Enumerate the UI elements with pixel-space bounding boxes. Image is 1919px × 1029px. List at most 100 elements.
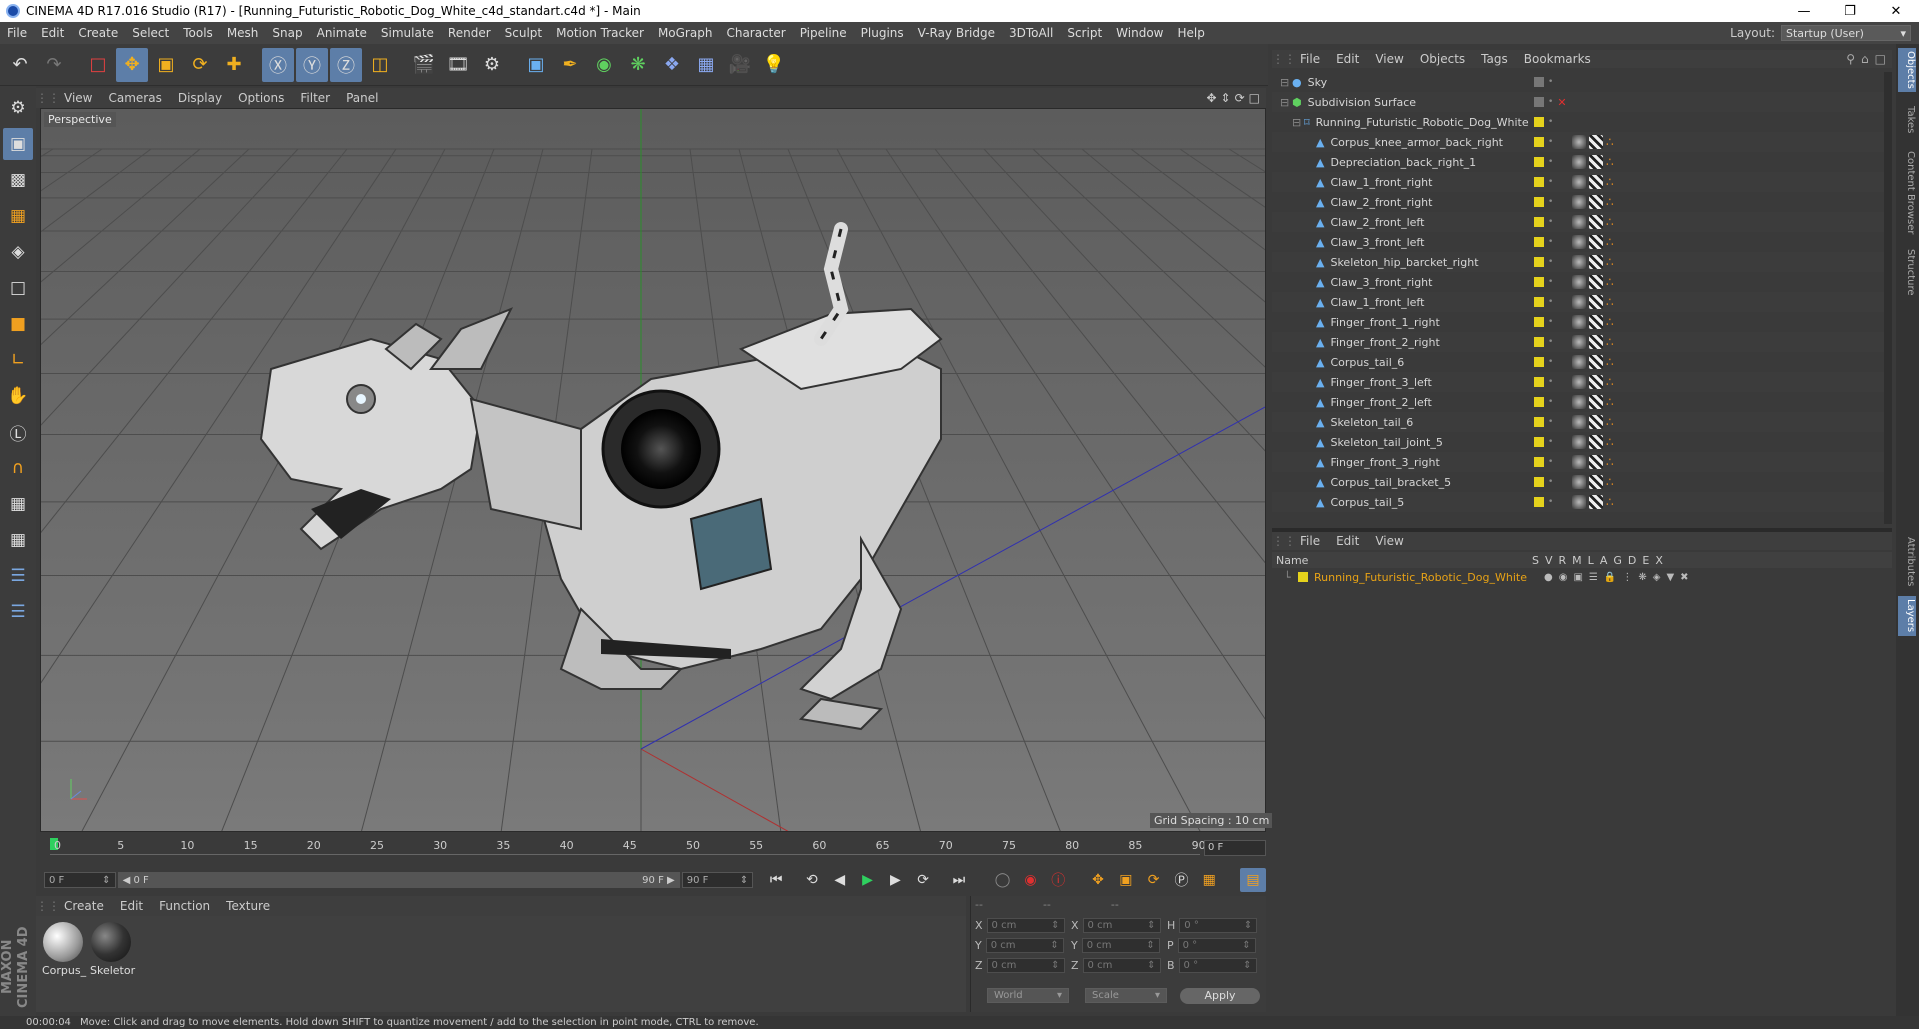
coord-field[interactable]: 0 cm ⇕	[985, 938, 1064, 953]
texture-tag-icon[interactable]	[1589, 175, 1603, 189]
camera-icon[interactable]: 🎥	[724, 48, 756, 82]
layout-select[interactable]: Startup (User) ▾	[1781, 25, 1911, 41]
texture-tag-icon[interactable]	[1589, 195, 1603, 209]
texture-tag-icon[interactable]	[1589, 235, 1603, 249]
menu-item-file[interactable]: File	[0, 26, 34, 40]
layer-column-g[interactable]: G	[1613, 554, 1622, 567]
layer-column-d[interactable]: D	[1628, 554, 1636, 567]
menu-item-v-ray-bridge[interactable]: V-Ray Bridge	[911, 26, 1002, 40]
material-tag-icon[interactable]	[1572, 395, 1586, 409]
phong-tag-icon[interactable]: ∴	[1606, 435, 1620, 449]
texture-tag-icon[interactable]	[1589, 335, 1603, 349]
viewport-menu-item-display[interactable]: Display	[170, 91, 230, 105]
visibility-dots-icon[interactable]: •	[1548, 477, 1553, 487]
material-swatch[interactable]: Skeletor	[90, 922, 135, 977]
visibility-dots-icon[interactable]: •	[1548, 337, 1553, 347]
rotation-key-icon[interactable]: ⟳	[1141, 868, 1167, 892]
layer-color-swatch[interactable]	[1534, 317, 1544, 327]
material-tag-icon[interactable]	[1572, 235, 1586, 249]
texture-tag-icon[interactable]	[1589, 415, 1603, 429]
z-axis-icon[interactable]: Ⓩ	[330, 47, 362, 82]
coord-field[interactable]: 0 ° ⇕	[1179, 918, 1258, 933]
go-to-start-icon[interactable]: ⏮	[763, 868, 789, 892]
layer-color-swatch[interactable]	[1534, 477, 1544, 487]
viewport-menu-item-panel[interactable]: Panel	[338, 91, 386, 105]
texture-tag-icon[interactable]	[1589, 395, 1603, 409]
layer-column-x[interactable]: X	[1655, 554, 1663, 567]
phong-tag-icon[interactable]: ∴	[1606, 355, 1620, 369]
render-view-icon[interactable]: 🎬	[408, 48, 440, 82]
visible-icon[interactable]: ◉	[1559, 572, 1568, 583]
expand-toggle-icon[interactable]: ⊟	[1292, 116, 1304, 129]
material-tag-icon[interactable]	[1572, 195, 1586, 209]
nurbs-icon[interactable]: ◉	[588, 48, 620, 82]
redo-icon[interactable]: ↷	[38, 48, 70, 82]
light-icon[interactable]: 💡	[758, 48, 790, 82]
array-icon[interactable]: ❋	[622, 48, 654, 82]
material-tag-icon[interactable]	[1572, 335, 1586, 349]
python-icon[interactable]: ☰	[3, 560, 33, 592]
visibility-dots-icon[interactable]: •	[1548, 177, 1553, 187]
phong-tag-icon[interactable]: ∴	[1606, 215, 1620, 229]
object-row[interactable]: ▲ Claw_3_front_left • ∴	[1272, 232, 1884, 252]
coord-field[interactable]: 0 cm ⇕	[986, 918, 1065, 933]
visibility-dots-icon[interactable]: •	[1548, 377, 1553, 387]
layer-color-swatch[interactable]	[1534, 437, 1544, 447]
visibility-dots-icon[interactable]: •	[1548, 277, 1553, 287]
phong-tag-icon[interactable]: ∴	[1606, 155, 1620, 169]
animation-icon[interactable]: ⋮	[1622, 572, 1632, 583]
timeline-ruler[interactable]: 0 5 10 15 20 25 30 35 40 45 50 55 60 65 70 75 80 85 90	[40, 836, 1266, 864]
phong-tag-icon[interactable]: ∴	[1606, 375, 1620, 389]
parameter-key-icon[interactable]: Ⓟ	[1169, 868, 1195, 892]
tab-content-browser[interactable]: Content Browser	[1898, 148, 1916, 238]
phong-tag-icon[interactable]: ∴	[1606, 235, 1620, 249]
layer-color-swatch[interactable]	[1534, 117, 1544, 127]
object-row[interactable]: ▲ Claw_2_front_right • ∴	[1272, 192, 1884, 212]
material-tag-icon[interactable]	[1572, 495, 1586, 509]
texture-tag-icon[interactable]	[1589, 375, 1603, 389]
object-row[interactable]: ▲ Claw_1_front_left • ∴	[1272, 292, 1884, 312]
layer-column-s[interactable]: S	[1532, 554, 1539, 567]
deformer-icon[interactable]: ❖	[656, 48, 688, 82]
spline-pen-icon[interactable]: ✒	[554, 48, 586, 82]
layer-color-swatch[interactable]	[1534, 377, 1544, 387]
tab-objects[interactable]: Objects	[1898, 48, 1916, 92]
layer-color-swatch[interactable]	[1534, 217, 1544, 227]
render-settings-icon[interactable]: ⚙	[476, 48, 508, 82]
texture-tag-icon[interactable]	[1589, 315, 1603, 329]
object-menu-item-bookmarks[interactable]: Bookmarks	[1516, 52, 1599, 66]
coordinate-mode-select[interactable]: World ▾	[987, 988, 1069, 1003]
manager-icon[interactable]: ☰	[1589, 572, 1598, 583]
menu-item-mograph[interactable]: MoGraph	[651, 26, 720, 40]
visibility-dots-icon[interactable]: •	[1548, 117, 1553, 127]
generators-icon[interactable]: ❋	[1638, 572, 1646, 583]
layer-color-swatch[interactable]	[1534, 277, 1544, 287]
coord-field[interactable]: 0 ° ⇕	[1178, 958, 1257, 973]
layer-color-swatch[interactable]	[1534, 177, 1544, 187]
expressions-icon[interactable]: ▼	[1666, 572, 1674, 583]
visibility-dots-icon[interactable]: •	[1548, 97, 1553, 107]
texture-tag-icon[interactable]	[1589, 135, 1603, 149]
planar-workplane-icon[interactable]: ▦	[3, 524, 33, 556]
coord-field[interactable]: 0 cm ⇕	[1081, 938, 1160, 953]
maximize-icon[interactable]: ❐	[1827, 4, 1873, 19]
layer-color-swatch[interactable]	[1534, 337, 1544, 347]
visibility-dots-icon[interactable]: •	[1548, 457, 1553, 467]
search-icon[interactable]: ⚲	[1846, 52, 1855, 66]
material-swatch[interactable]: Corpus_	[42, 922, 86, 977]
object-row[interactable]: ▲ Finger_front_3_left • ∴	[1272, 372, 1884, 392]
snap-icon[interactable]: Ⓛ	[3, 416, 33, 448]
next-frame-icon[interactable]: ▶	[882, 868, 908, 892]
object-menu-item-edit[interactable]: Edit	[1328, 52, 1367, 66]
visibility-dots-icon[interactable]: •	[1548, 357, 1553, 367]
menu-item-motion-tracker[interactable]: Motion Tracker	[549, 26, 651, 40]
material-tag-icon[interactable]	[1572, 375, 1586, 389]
phong-tag-icon[interactable]: ∴	[1606, 495, 1620, 509]
layer-color-swatch[interactable]	[1534, 357, 1544, 367]
material-tag-icon[interactable]	[1572, 415, 1586, 429]
layer-menu-item-file[interactable]: File	[1292, 534, 1328, 548]
render-picture-viewer-icon[interactable]: 🎞	[442, 48, 474, 82]
layer-column-a[interactable]: A	[1600, 554, 1608, 567]
transform-tool-icon[interactable]: ✚	[218, 48, 250, 82]
coord-field[interactable]: 0 cm ⇕	[1082, 918, 1161, 933]
